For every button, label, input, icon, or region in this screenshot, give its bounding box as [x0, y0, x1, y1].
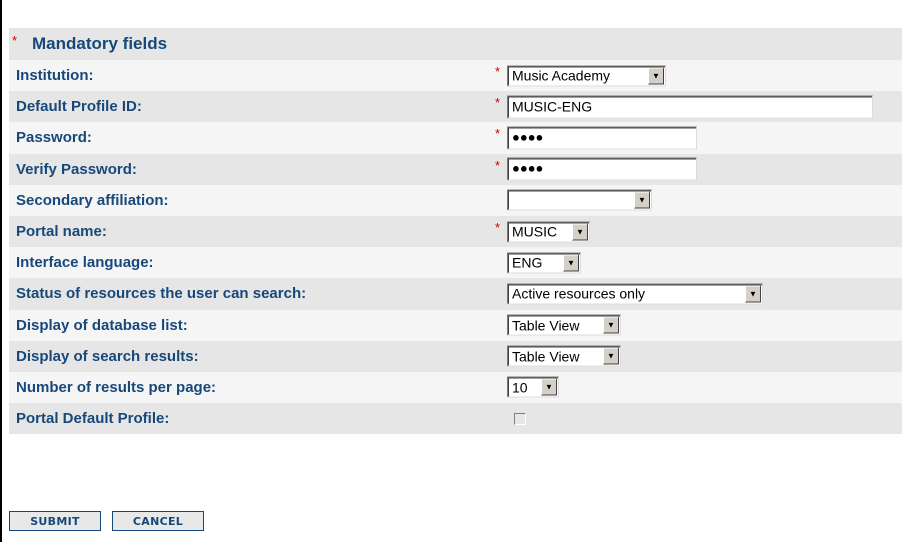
- chevron-down-icon[interactable]: ▼: [563, 254, 579, 272]
- chevron-down-icon[interactable]: ▼: [541, 378, 557, 396]
- chevron-down-icon[interactable]: ▼: [634, 191, 650, 209]
- field-label: Portal Default Profile:: [16, 410, 170, 428]
- select-value: 10: [512, 379, 528, 396]
- select-value: Active resources only: [512, 285, 646, 302]
- interface-language-select[interactable]: ENG ▼: [507, 252, 581, 274]
- row-search-results-display: Display of search results: Table View ▼: [9, 341, 902, 372]
- form-actions: SUBMIT CANCEL: [9, 511, 204, 531]
- left-border: [0, 0, 2, 542]
- row-secondary-affiliation: Secondary affiliation: ▼: [9, 184, 902, 216]
- select-value: Table View: [512, 317, 580, 334]
- resource-status-select[interactable]: Active resources only ▼: [507, 283, 763, 305]
- profile-form: * Mandatory fields Institution: * Music …: [9, 28, 902, 435]
- search-results-display-select[interactable]: Table View ▼: [507, 345, 621, 367]
- required-asterisk: *: [12, 32, 18, 48]
- row-password: Password: * ●●●●: [9, 122, 902, 154]
- row-portal-default-profile: Portal Default Profile:: [9, 403, 902, 434]
- field-label: Portal name:: [16, 223, 107, 241]
- field-label: Status of resources the user can search:: [16, 285, 307, 303]
- chevron-down-icon[interactable]: ▼: [603, 347, 619, 365]
- field-label: Verify Password:: [16, 160, 137, 178]
- database-list-display-select[interactable]: Table View ▼: [507, 314, 621, 336]
- row-database-list-display: Display of database list: Table View ▼: [9, 309, 902, 341]
- password-input[interactable]: ●●●●: [507, 126, 697, 150]
- submit-button[interactable]: SUBMIT: [9, 511, 101, 531]
- secondary-affiliation-select[interactable]: ▼: [507, 189, 652, 211]
- chevron-down-icon[interactable]: ▼: [603, 316, 619, 334]
- row-institution: Institution: * Music Academy ▼: [9, 60, 902, 92]
- select-value: ENG: [512, 254, 543, 271]
- row-interface-language: Interface language: ENG ▼: [9, 247, 902, 279]
- row-verify-password: Verify Password: * ●●●●: [9, 154, 902, 185]
- select-value: Music Academy: [512, 67, 611, 84]
- default-profile-id-input[interactable]: MUSIC-ENG: [507, 95, 873, 119]
- required-asterisk: *: [495, 219, 501, 235]
- portal-name-select[interactable]: MUSIC ▼: [507, 221, 590, 243]
- row-resource-status: Status of resources the user can search:…: [9, 278, 902, 309]
- chevron-down-icon[interactable]: ▼: [648, 67, 664, 85]
- chevron-down-icon[interactable]: ▼: [572, 223, 588, 241]
- results-per-page-select[interactable]: 10 ▼: [507, 376, 559, 398]
- field-label: Display of database list:: [16, 316, 188, 334]
- cancel-button[interactable]: CANCEL: [112, 511, 204, 531]
- field-label: Institution:: [16, 67, 94, 85]
- checkbox-wrapper: [507, 412, 526, 425]
- field-label: Display of search results:: [16, 347, 199, 365]
- portal-default-profile-checkbox[interactable]: [514, 412, 526, 425]
- mandatory-fields-header: * Mandatory fields: [9, 28, 902, 60]
- section-title: Mandatory fields: [32, 34, 168, 53]
- field-label: Secondary affiliation:: [16, 191, 169, 209]
- field-label: Interface language:: [16, 254, 154, 272]
- select-value: Table View: [512, 348, 580, 365]
- required-asterisk: *: [495, 64, 501, 79]
- select-value: MUSIC: [512, 223, 558, 240]
- row-portal-name: Portal name: * MUSIC ▼: [9, 216, 902, 247]
- field-label: Password:: [16, 129, 92, 147]
- field-label: Number of results per page:: [16, 378, 217, 396]
- required-asterisk: *: [495, 95, 501, 111]
- row-default-profile-id: Default Profile ID: * MUSIC-ENG: [9, 91, 902, 122]
- field-label: Default Profile ID:: [16, 98, 142, 116]
- chevron-down-icon[interactable]: ▼: [745, 285, 761, 303]
- row-results-per-page: Number of results per page: 10 ▼: [9, 371, 902, 404]
- verify-password-input[interactable]: ●●●●: [507, 157, 697, 181]
- required-asterisk: *: [495, 126, 501, 142]
- institution-select[interactable]: Music Academy ▼: [507, 65, 666, 87]
- required-asterisk: *: [495, 157, 501, 173]
